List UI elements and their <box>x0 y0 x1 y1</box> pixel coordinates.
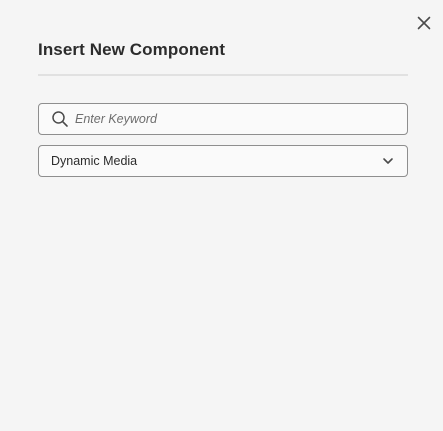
search-icon <box>51 110 69 128</box>
search-field[interactable] <box>38 103 408 135</box>
search-input[interactable] <box>75 112 395 126</box>
close-icon <box>417 16 431 30</box>
title-divider <box>38 74 408 76</box>
component-group-selected-value: Dynamic Media <box>51 154 138 168</box>
chevron-down-icon <box>381 154 395 168</box>
close-button[interactable] <box>413 12 435 34</box>
dialog-title: Insert New Component <box>38 40 226 59</box>
component-group-select[interactable]: Dynamic Media <box>38 145 408 177</box>
insert-component-dialog: Insert New Component Dynamic Media <box>0 0 443 431</box>
